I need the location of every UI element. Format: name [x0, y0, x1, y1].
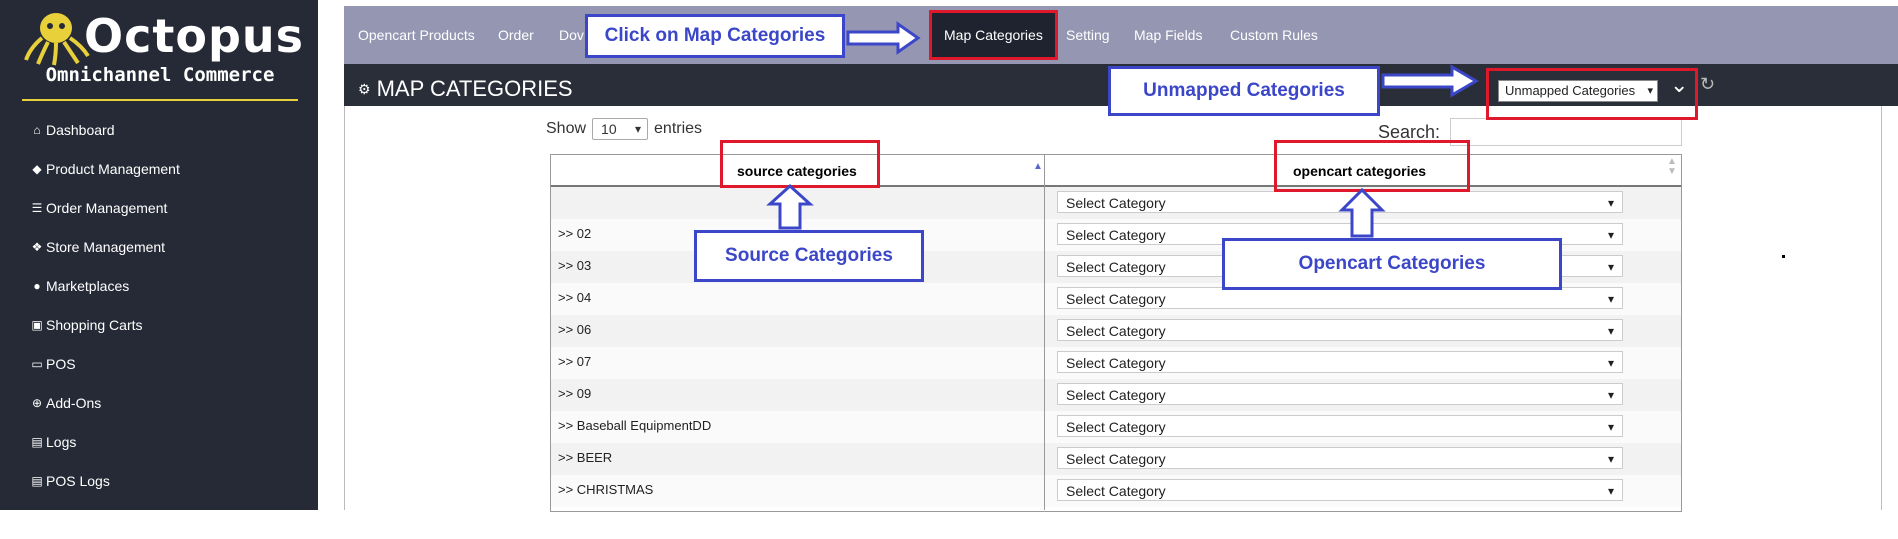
arrow-up-icon — [1338, 187, 1386, 238]
user-icon: ● — [33, 512, 41, 527]
arrow-right-icon — [1381, 64, 1479, 98]
stray-dot — [1782, 255, 1785, 258]
arrow-right-icon — [846, 21, 921, 55]
arrow-up-icon — [766, 183, 814, 230]
annotation-arrows — [766, 21, 1479, 238]
sidebar-item-label: My profile — [46, 511, 107, 528]
